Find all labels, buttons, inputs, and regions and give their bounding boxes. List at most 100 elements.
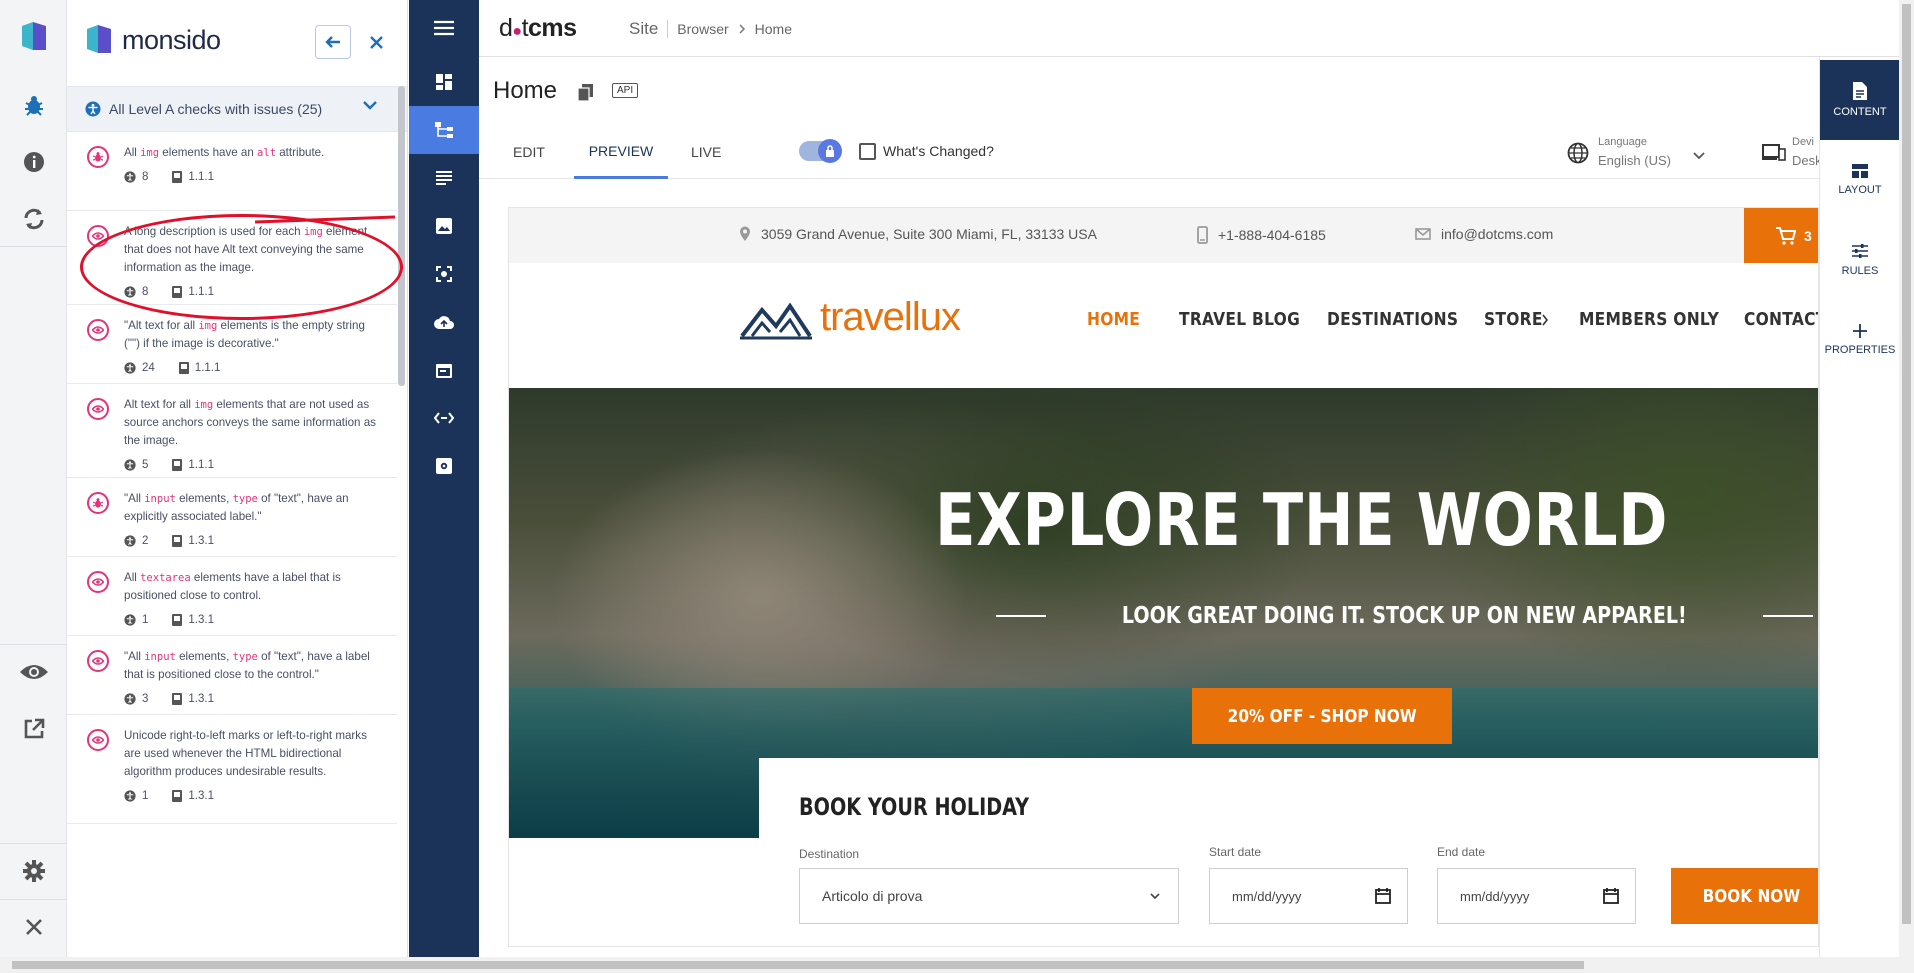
breadcrumb: Site Browser Home <box>629 19 792 39</box>
edit-sidebar: CONTENT LAYOUT RULES PROPERTIES <box>1819 57 1900 957</box>
nav-travel-blog[interactable]: TRAVEL BLOG <box>1179 309 1300 330</box>
lock-toggle[interactable] <box>799 139 842 163</box>
book-icon <box>172 790 183 802</box>
image-icon[interactable] <box>409 202 479 250</box>
start-date-input[interactable]: mm/dd/yyyy <box>1209 868 1408 924</box>
issue-item[interactable]: All textarea elements have a label that … <box>67 557 397 636</box>
horizontal-scrollbar-thumb[interactable] <box>12 961 1584 969</box>
vertical-scrollbar-thumb[interactable] <box>1902 4 1911 924</box>
tab-live[interactable]: LIVE <box>691 125 721 179</box>
issue-description: "All input elements, type of "text", hav… <box>124 648 377 684</box>
issue-criterion: 1.3.1 <box>188 790 214 802</box>
panel-close-button[interactable] <box>362 28 390 56</box>
accessibility-icon <box>124 362 136 374</box>
start-date-placeholder: mm/dd/yyyy <box>1232 888 1302 904</box>
eye-icon <box>87 571 109 593</box>
travellux-logo[interactable]: travellux <box>740 295 961 340</box>
whats-changed-checkbox[interactable] <box>859 143 876 160</box>
focus-icon[interactable] <box>409 250 479 298</box>
language-caption: Language <box>1598 136 1647 148</box>
issue-item[interactable]: "All input elements, type of "text", hav… <box>67 478 397 557</box>
plus-icon <box>1853 324 1867 338</box>
nav-store[interactable]: STORE <box>1484 309 1543 330</box>
issue-item[interactable]: "All input elements, type of "text", hav… <box>67 636 397 715</box>
horizontal-scrollbar[interactable] <box>0 957 1914 973</box>
calendar-icon[interactable] <box>1603 888 1619 904</box>
sliders-icon <box>1852 244 1868 258</box>
issue-criterion: 1.3.1 <box>188 614 214 626</box>
tab-preview[interactable]: PREVIEW <box>574 125 668 179</box>
monsido-panel: monsido All Level A checks with issues (… <box>67 0 408 957</box>
bug-icon[interactable] <box>0 85 67 125</box>
hero-subtitle-row: LOOK GREAT DOING IT. STOCK UP ON NEW APP… <box>996 603 1813 629</box>
refresh-icon[interactable] <box>0 199 67 239</box>
calendar-icon[interactable] <box>409 346 479 394</box>
eye-icon[interactable] <box>0 652 67 692</box>
layout-panel-button[interactable]: LAYOUT <box>1820 144 1900 216</box>
properties-panel-button[interactable]: PROPERTIES <box>1820 304 1900 376</box>
language-value: English (US) <box>1598 153 1671 168</box>
issue-criterion: 1.1.1 <box>194 362 221 374</box>
end-date-label: End date <box>1437 845 1486 859</box>
checks-filter-dropdown[interactable]: All Level A checks with issues (25) <box>67 86 407 132</box>
back-button[interactable] <box>315 25 351 59</box>
dashboard-icon[interactable] <box>409 58 479 106</box>
vertical-scrollbar[interactable] <box>1899 0 1914 957</box>
breadcrumb-home[interactable]: Home <box>755 21 792 37</box>
bug-icon <box>87 146 109 168</box>
device-value: Desk <box>1792 153 1822 168</box>
calendar-icon[interactable] <box>1375 888 1391 904</box>
external-link-icon[interactable] <box>0 709 67 749</box>
code-token: type <box>232 651 258 663</box>
issue-criterion: 1.1.1 <box>188 171 214 183</box>
issue-item[interactable]: Unicode right-to-left marks or left-to-r… <box>67 715 397 824</box>
phone-text[interactable]: +1-888-404-6185 <box>1218 227 1326 243</box>
copy-icon[interactable] <box>578 84 594 102</box>
rules-panel-button[interactable]: RULES <box>1820 224 1900 296</box>
nav-members-only[interactable]: MEMBERS ONLY <box>1579 309 1719 330</box>
nav-destinations[interactable]: DESTINATIONS <box>1327 309 1458 330</box>
cloud-upload-icon[interactable] <box>409 298 479 346</box>
accessibility-icon <box>124 790 136 802</box>
layout-panel-label: LAYOUT <box>1838 184 1882 196</box>
menu-icon[interactable] <box>409 4 479 52</box>
issue-description: "Alt text for all img elements is the em… <box>124 317 377 353</box>
breadcrumb-site[interactable]: Site <box>629 19 658 39</box>
settings-box-icon[interactable] <box>409 442 479 490</box>
site-tree-icon[interactable] <box>409 106 479 154</box>
issue-meta: 5 1.1.1 <box>124 456 377 474</box>
api-badge[interactable]: API <box>612 83 639 98</box>
tab-edit[interactable]: EDIT <box>513 125 545 179</box>
globe-icon <box>1567 142 1589 164</box>
hero-subtitle-line-right <box>1762 615 1813 617</box>
issue-description: All textarea elements have a label that … <box>124 569 377 605</box>
nav-home[interactable]: HOME <box>1087 309 1140 330</box>
close-icon[interactable] <box>0 907 67 947</box>
panel-scrollbar[interactable] <box>398 86 405 386</box>
accessibility-icon <box>124 693 136 705</box>
code-token: img <box>140 147 160 159</box>
issue-item[interactable]: Alt text for all img elements that are n… <box>67 384 397 478</box>
cart-button[interactable]: 3 <box>1744 208 1818 263</box>
shop-now-button[interactable]: 20% OFF - SHOP NOW <box>1192 688 1452 744</box>
text-segment: elements, <box>175 650 233 663</box>
start-date-label: Start date <box>1209 845 1262 859</box>
content-panel-button[interactable]: CONTENT <box>1820 60 1900 140</box>
accessibility-icon <box>124 614 136 626</box>
breadcrumb-browser[interactable]: Browser <box>677 21 728 37</box>
nav-contact[interactable]: CONTACT U <box>1744 309 1818 330</box>
code-token: img <box>194 399 214 411</box>
document-icon <box>1853 82 1867 100</box>
end-date-input[interactable]: mm/dd/yyyy <box>1437 868 1636 924</box>
content-list-icon[interactable] <box>409 154 479 202</box>
booking-title: BOOK YOUR HOLIDAY <box>799 793 1030 821</box>
info-icon[interactable] <box>0 142 67 182</box>
cart-count: 3 <box>1804 227 1812 244</box>
issue-item[interactable]: All img elements have an alt attribute. 8… <box>67 132 397 211</box>
text-segment: "Alt text for all <box>124 319 199 332</box>
gear-icon[interactable] <box>0 851 67 891</box>
book-now-button[interactable]: BOOK NOW <box>1671 868 1818 924</box>
code-arrows-icon[interactable] <box>409 394 479 442</box>
destination-select[interactable]: Articolo di prova <box>799 868 1179 924</box>
email-text[interactable]: info@dotcms.com <box>1441 226 1553 242</box>
